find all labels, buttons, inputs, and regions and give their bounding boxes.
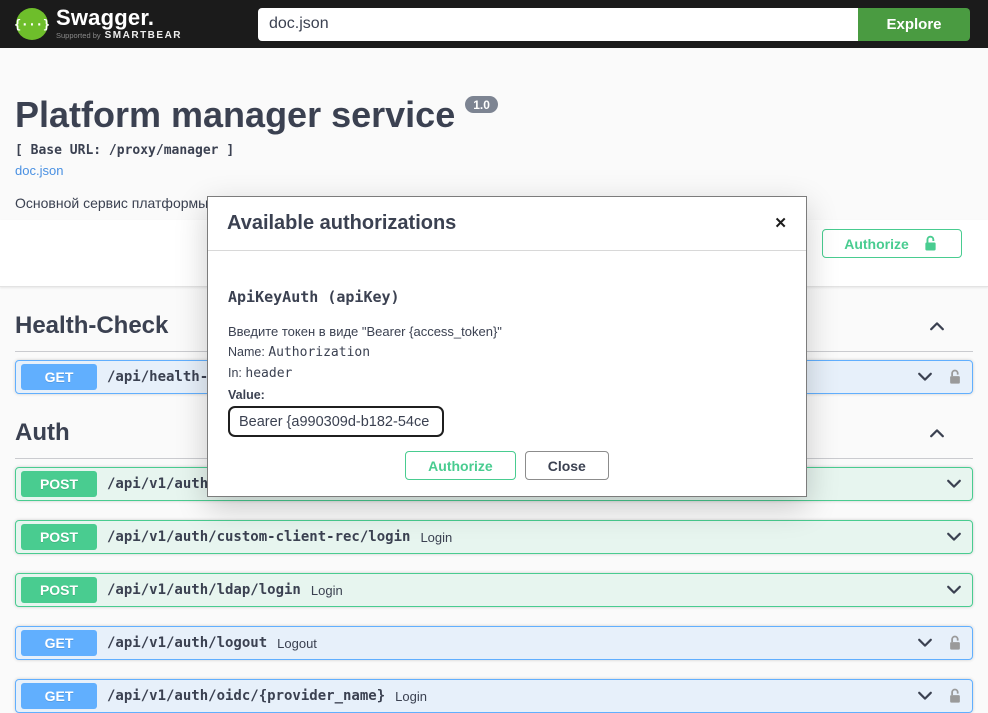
chevron-down-icon bbox=[944, 580, 964, 600]
operation-row[interactable]: GET /api/v1/auth/oidc/{provider_name} Lo… bbox=[15, 679, 973, 713]
version-badge: 1.0 bbox=[465, 96, 498, 113]
method-badge: POST bbox=[21, 577, 97, 603]
modal-actions: Authorize Close bbox=[228, 451, 786, 480]
swagger-logo[interactable]: {···} Swagger. Supported by SMARTBEAR bbox=[15, 7, 182, 41]
operation-row[interactable]: POST /api/v1/auth/ldap/login Login bbox=[15, 573, 973, 607]
auth-in-row: In: header bbox=[228, 366, 786, 381]
explore-button[interactable]: Explore bbox=[858, 8, 970, 41]
swagger-logo-icon: {···} bbox=[15, 7, 49, 41]
operation-row[interactable]: GET /api/v1/auth/logout Logout bbox=[15, 626, 973, 660]
modal-body: ApiKeyAuth (apiKey) Введите токен в виде… bbox=[208, 288, 806, 480]
operation-row[interactable]: POST /api/v1/auth/custom-client-rec/logi… bbox=[15, 520, 973, 554]
method-badge: GET bbox=[21, 364, 97, 390]
unlocked-padlock-icon bbox=[946, 368, 964, 386]
doc-json-link[interactable]: doc.json bbox=[15, 163, 63, 178]
auth-lock-button[interactable] bbox=[946, 368, 964, 386]
section-title: Auth bbox=[15, 418, 70, 448]
unlocked-padlock-icon bbox=[946, 687, 964, 705]
section-title: Health-Check bbox=[15, 311, 168, 341]
modal-header: Available authorizations ✕ bbox=[208, 197, 806, 251]
base-url: [ Base URL: /proxy/manager ] bbox=[15, 143, 973, 158]
supported-by: Supported by SMARTBEAR bbox=[56, 31, 182, 41]
close-icon[interactable]: ✕ bbox=[774, 216, 787, 231]
unlocked-padlock-icon bbox=[921, 234, 940, 253]
method-badge: GET bbox=[21, 630, 97, 656]
download-url-wrapper: Explore bbox=[258, 8, 970, 41]
chevron-up-icon[interactable] bbox=[927, 423, 947, 443]
auth-lock-button[interactable] bbox=[946, 687, 964, 705]
chevron-up-icon[interactable] bbox=[927, 316, 947, 336]
modal-title: Available authorizations bbox=[227, 212, 456, 235]
method-badge: POST bbox=[21, 471, 97, 497]
auth-name-value: Authorization bbox=[268, 345, 370, 360]
chevron-down-icon bbox=[915, 633, 935, 653]
auth-scheme-name: ApiKeyAuth (apiKey) bbox=[228, 288, 786, 306]
operation-summary: Login bbox=[395, 689, 427, 704]
page-title: Platform manager service 1.0 bbox=[15, 93, 973, 136]
operation-path: /api/v1/auth/ldap/login bbox=[107, 582, 301, 598]
brand-name: Swagger. bbox=[56, 7, 182, 29]
operation-path: /api/health-c bbox=[107, 369, 217, 385]
spec-url-input[interactable] bbox=[258, 8, 858, 41]
info-section: Platform manager service 1.0 [ Base URL:… bbox=[0, 48, 988, 220]
topbar: {···} Swagger. Supported by SMARTBEAR Ex… bbox=[0, 0, 988, 48]
chevron-down-icon bbox=[915, 686, 935, 706]
operation-summary: Logout bbox=[277, 636, 317, 651]
auth-in-value: header bbox=[245, 366, 292, 381]
chevron-down-icon bbox=[944, 474, 964, 494]
operation-path: /api/v1/auth/logout bbox=[107, 635, 267, 651]
method-badge: POST bbox=[21, 524, 97, 550]
svg-text:{···}: {···} bbox=[15, 18, 49, 32]
auth-description: Введите токен в виде "Bearer {access_tok… bbox=[228, 324, 786, 339]
operation-path: /api/v1/auth/oidc/{provider_name} bbox=[107, 688, 385, 704]
operation-path: /api/v1/auth/custom-client-rec/login bbox=[107, 529, 410, 545]
operation-summary: Login bbox=[420, 530, 452, 545]
operation-summary: Login bbox=[311, 583, 343, 598]
method-badge: GET bbox=[21, 683, 97, 709]
operation-path: /api/v1/auth/ bbox=[107, 476, 217, 492]
auth-name-row: Name: Authorization bbox=[228, 345, 786, 360]
modal-close-button[interactable]: Close bbox=[525, 451, 609, 480]
value-label: Value: bbox=[228, 388, 786, 402]
chevron-down-icon bbox=[915, 367, 935, 387]
chevron-down-icon bbox=[944, 527, 964, 547]
modal-authorize-button[interactable]: Authorize bbox=[405, 451, 516, 480]
unlocked-padlock-icon bbox=[946, 634, 964, 652]
auth-lock-button[interactable] bbox=[946, 634, 964, 652]
token-input[interactable] bbox=[228, 406, 444, 437]
authorize-button[interactable]: Authorize bbox=[822, 229, 962, 258]
available-authorizations-modal: Available authorizations ✕ ApiKeyAuth (a… bbox=[207, 196, 807, 497]
